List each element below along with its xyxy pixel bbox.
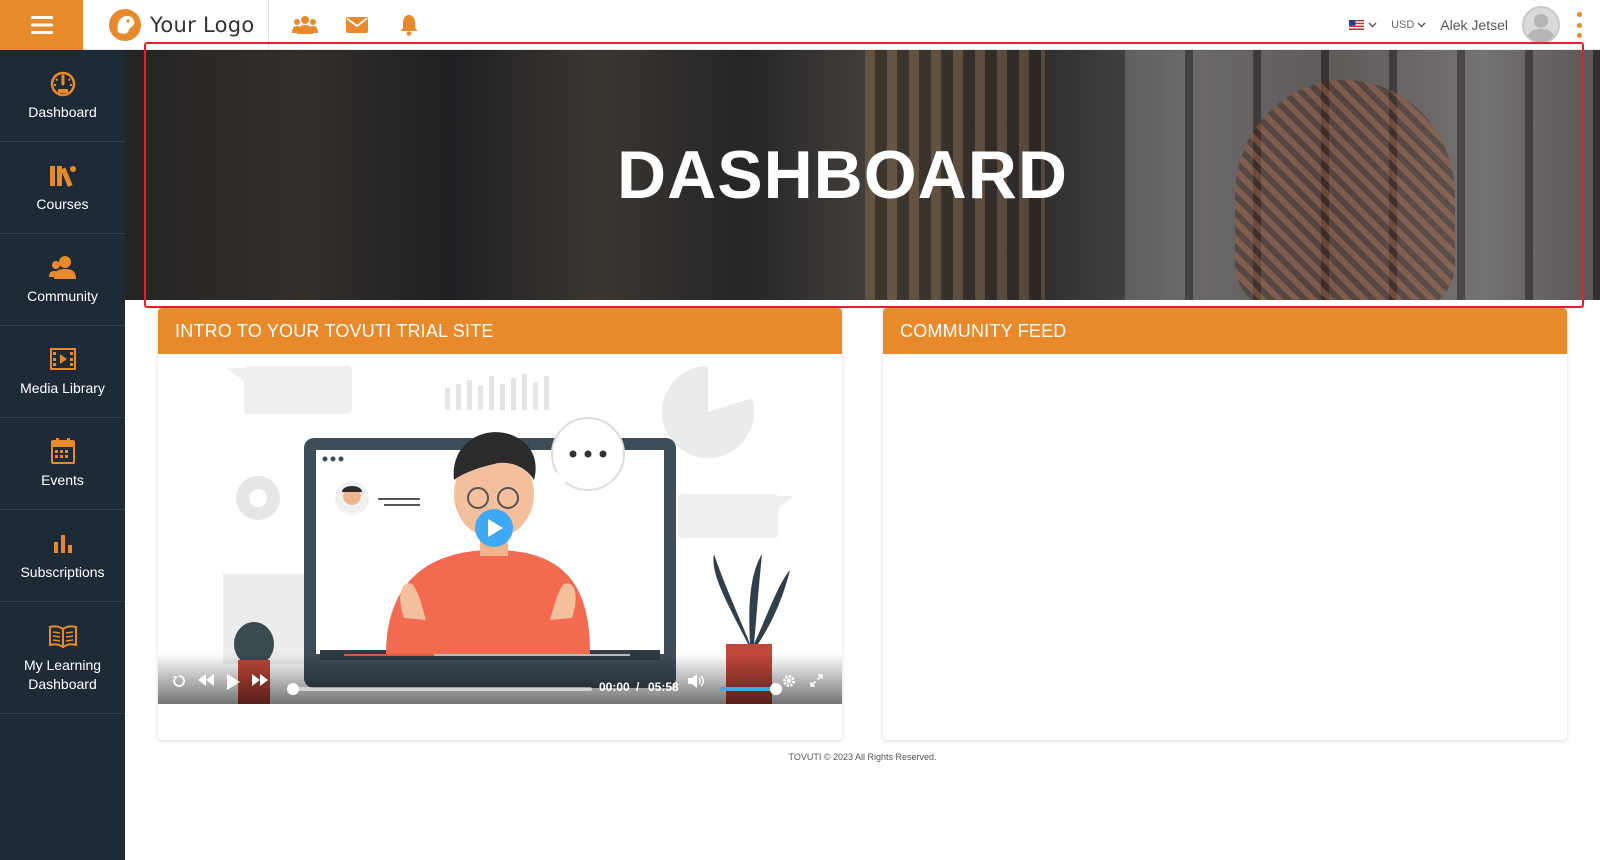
groups-button[interactable] bbox=[292, 12, 318, 38]
dot bbox=[1576, 12, 1582, 17]
replay-button[interactable] bbox=[172, 674, 186, 688]
video-time-separator: / bbox=[636, 680, 640, 694]
gauge-icon bbox=[49, 69, 77, 97]
sidebar: Dashboard Courses Community Media Librar… bbox=[0, 50, 125, 860]
sidebar-item-label: Media Library bbox=[20, 380, 105, 396]
hamburger-icon bbox=[30, 16, 53, 34]
gear-icon bbox=[783, 675, 795, 687]
replay-icon bbox=[173, 675, 185, 687]
currency-label: USD bbox=[1391, 19, 1415, 31]
expand-icon bbox=[810, 674, 823, 687]
top-bar: Your Logo USD Alek Jetsel bbox=[0, 0, 1600, 50]
progress-knob[interactable] bbox=[287, 683, 299, 695]
video-progress-bar[interactable] bbox=[287, 683, 592, 695]
header-user-area: USD Alek Jetsel bbox=[1349, 0, 1584, 50]
sidebar-item-label: Subscriptions bbox=[20, 564, 105, 580]
hero-banner: DASHBOARD bbox=[125, 50, 1600, 300]
envelope-icon bbox=[346, 17, 368, 33]
sidebar-item-subscriptions[interactable]: Subscriptions bbox=[0, 510, 125, 602]
fullscreen-button[interactable] bbox=[810, 674, 823, 687]
sidebar-item-label: Events bbox=[41, 472, 84, 488]
footer-copyright: TOVUTI © 2023 All Rights Reserved. bbox=[788, 752, 937, 762]
volume-icon bbox=[688, 674, 704, 688]
user-name[interactable]: Alek Jetsel bbox=[1440, 17, 1508, 33]
video-duration: 05:58 bbox=[648, 680, 679, 694]
dot bbox=[1576, 33, 1582, 38]
play-button[interactable] bbox=[226, 674, 240, 690]
intro-video-card: INTRO TO YOUR TOVUTI TRIAL SITE 00:00 / … bbox=[158, 308, 842, 740]
currency-selector[interactable]: USD bbox=[1391, 19, 1426, 31]
video-current-time: 00:00 bbox=[599, 680, 630, 694]
users-group-icon bbox=[292, 16, 318, 34]
open-book-icon bbox=[48, 622, 77, 650]
card-title: COMMUNITY FEED bbox=[883, 308, 1567, 354]
chevron-down-icon bbox=[1417, 22, 1426, 28]
us-flag-icon bbox=[1349, 20, 1365, 30]
dot bbox=[1576, 22, 1582, 28]
volume-knob[interactable] bbox=[770, 683, 782, 695]
logo-icon bbox=[109, 9, 141, 41]
logo[interactable]: Your Logo bbox=[108, 8, 255, 42]
language-selector[interactable] bbox=[1349, 20, 1377, 30]
avatar[interactable] bbox=[1522, 6, 1560, 44]
sidebar-item-label: My Learning Dashboard bbox=[23, 656, 102, 692]
books-icon bbox=[49, 161, 77, 189]
more-options-button[interactable] bbox=[1574, 12, 1584, 38]
sidebar-item-label: Community bbox=[27, 288, 98, 304]
calendar-icon bbox=[49, 437, 77, 465]
fast-forward-icon bbox=[252, 674, 268, 686]
header-divider bbox=[268, 0, 269, 50]
sidebar-item-label: Courses bbox=[36, 196, 89, 212]
menu-toggle-button[interactable] bbox=[0, 0, 83, 50]
sidebar-item-community[interactable]: Community bbox=[0, 234, 125, 326]
chevron-down-icon bbox=[1368, 22, 1377, 28]
settings-button[interactable] bbox=[782, 674, 796, 688]
sidebar-item-dashboard[interactable]: Dashboard bbox=[0, 50, 125, 142]
page-title: DASHBOARD bbox=[617, 137, 1068, 213]
sidebar-item-courses[interactable]: Courses bbox=[0, 142, 125, 234]
video-thumbnail-illustration bbox=[158, 354, 842, 704]
sidebar-item-label: Dashboard bbox=[28, 104, 97, 120]
users-icon bbox=[48, 253, 77, 281]
rewind-button[interactable] bbox=[198, 674, 214, 686]
sidebar-item-media-library[interactable]: Media Library bbox=[0, 326, 125, 418]
sidebar-item-events[interactable]: Events bbox=[0, 418, 125, 510]
user-avatar-icon bbox=[1527, 14, 1555, 42]
community-feed-card: COMMUNITY FEED bbox=[883, 308, 1567, 740]
bar-chart-icon bbox=[49, 529, 77, 557]
film-icon bbox=[49, 345, 77, 373]
video-controls: 00:00 / 05:58 bbox=[158, 654, 842, 704]
messages-button[interactable] bbox=[344, 12, 370, 38]
card-title: INTRO TO YOUR TOVUTI TRIAL SITE bbox=[158, 308, 842, 354]
play-icon bbox=[227, 674, 240, 690]
sidebar-item-my-learning-dashboard[interactable]: My Learning Dashboard bbox=[0, 602, 125, 714]
notifications-button[interactable] bbox=[396, 12, 422, 38]
header-actions bbox=[292, 12, 422, 38]
rewind-icon bbox=[198, 674, 214, 686]
volume-slider[interactable] bbox=[720, 683, 782, 695]
bell-icon bbox=[400, 15, 418, 36]
mute-button[interactable] bbox=[688, 674, 704, 688]
fast-forward-button[interactable] bbox=[252, 674, 268, 686]
logo-text: Your Logo bbox=[150, 13, 255, 37]
video-player[interactable]: 00:00 / 05:58 bbox=[158, 354, 842, 704]
